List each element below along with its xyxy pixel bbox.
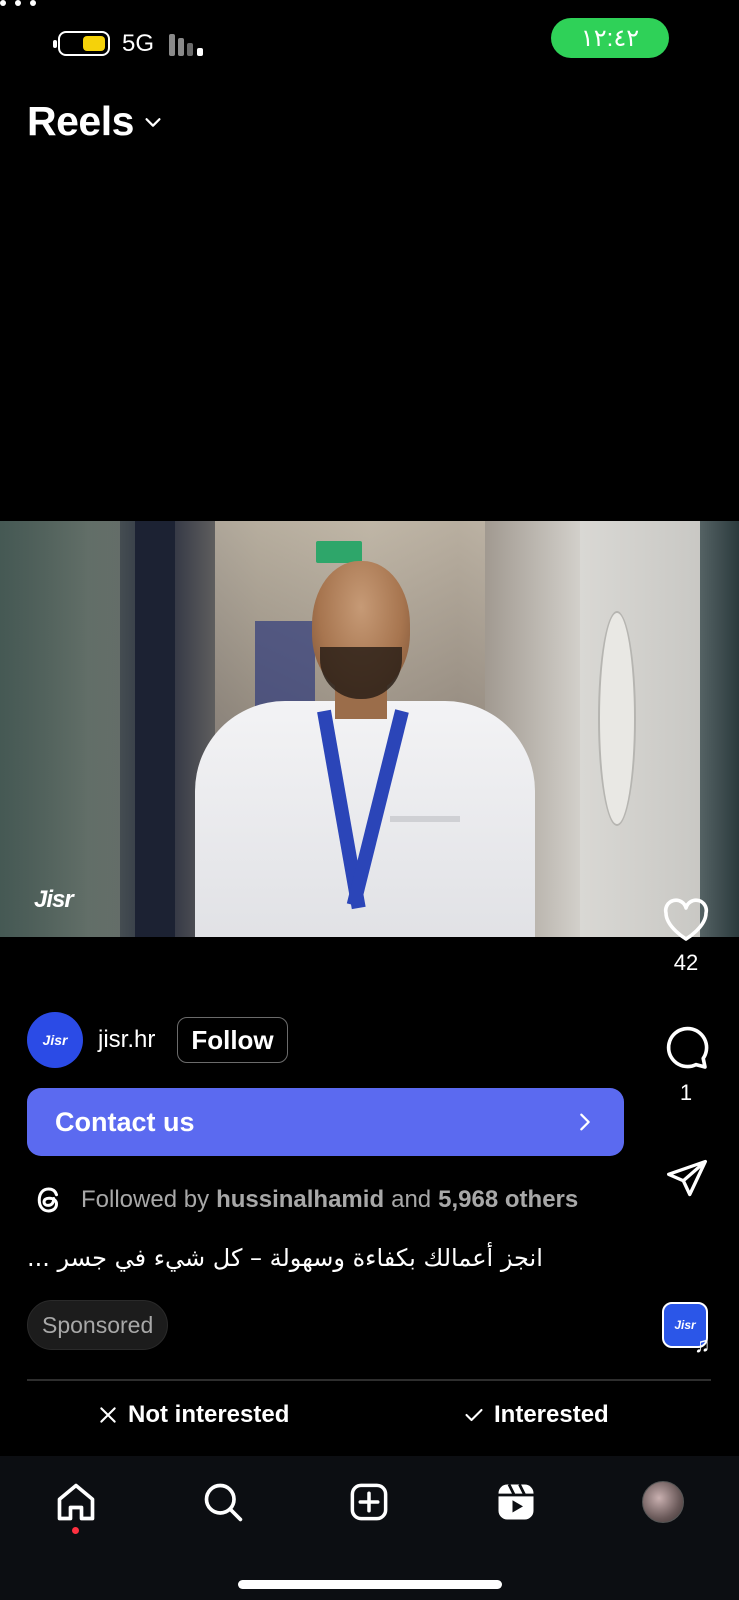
close-icon xyxy=(100,1407,116,1423)
video-watermark: Jisr xyxy=(34,886,74,913)
caption[interactable]: انجز أعمالك بكفاءة وسهولة – كل شيء في جس… xyxy=(27,1244,587,1272)
interested-button[interactable]: Interested xyxy=(464,1401,609,1429)
tab-search[interactable] xyxy=(199,1478,247,1526)
create-icon xyxy=(350,1483,388,1521)
username[interactable]: jisr.hr xyxy=(98,1026,155,1054)
comment-icon xyxy=(666,1026,709,1069)
home-indicator xyxy=(238,1580,502,1589)
avatar[interactable]: Jisr xyxy=(27,1012,83,1068)
cta-label: Contact us xyxy=(55,1106,195,1137)
video-subject xyxy=(195,561,535,937)
tab-profile[interactable] xyxy=(639,1478,687,1526)
like-button[interactable]: 42 xyxy=(662,898,710,976)
chevron-down-icon xyxy=(145,117,161,127)
comment-button[interactable]: 1 xyxy=(662,1024,710,1106)
network-type: 5G xyxy=(122,30,155,57)
followed-conjunction: and xyxy=(391,1186,432,1213)
share-button[interactable] xyxy=(664,1156,710,1200)
sponsored-badge: Sponsored xyxy=(27,1300,169,1350)
reels-icon xyxy=(498,1483,534,1520)
check-icon xyxy=(465,1408,483,1422)
music-note-icon: ♫ xyxy=(694,1332,711,1357)
divider xyxy=(27,1379,711,1381)
interested-label: Interested xyxy=(494,1401,609,1428)
reels-header[interactable]: Reels xyxy=(27,98,164,145)
not-interested-label: Not interested xyxy=(128,1401,290,1428)
tab-reels[interactable] xyxy=(492,1478,540,1526)
page-title: Reels xyxy=(27,98,134,144)
signal-icon xyxy=(169,32,209,56)
status-time: ١٢:٤٢ xyxy=(551,18,669,58)
tab-home[interactable] xyxy=(52,1478,100,1526)
not-interested-button[interactable]: Not interested xyxy=(98,1401,289,1429)
followed-others[interactable]: 5,968 others xyxy=(438,1186,578,1214)
tab-bar xyxy=(0,1456,739,1600)
author-row: Jisr jisr.hr Follow xyxy=(27,1012,288,1068)
followed-by[interactable]: Followed by hussinalhamid and 5,968 othe… xyxy=(31,1182,578,1218)
send-icon xyxy=(667,1159,707,1197)
tab-create[interactable] xyxy=(345,1478,393,1526)
followed-prefix: Followed by xyxy=(81,1186,210,1213)
status-bar: 5G ١٢:٤٢ xyxy=(0,0,739,88)
heart-icon xyxy=(663,898,709,941)
search-icon xyxy=(204,1483,243,1522)
followed-user[interactable]: hussinalhamid xyxy=(216,1186,384,1214)
battery-icon xyxy=(53,31,110,56)
comment-count: 1 xyxy=(679,1080,693,1105)
profile-avatar xyxy=(642,1481,684,1523)
like-count: 42 xyxy=(673,950,699,975)
notification-dot xyxy=(72,1527,79,1534)
reel-video[interactable]: Jisr xyxy=(0,521,739,937)
home-icon xyxy=(57,1483,95,1521)
contact-us-button[interactable]: Contact us xyxy=(27,1088,624,1156)
follow-button[interactable]: Follow xyxy=(177,1017,288,1063)
chevron-right-icon xyxy=(580,1113,590,1131)
threads-icon xyxy=(37,1187,59,1213)
